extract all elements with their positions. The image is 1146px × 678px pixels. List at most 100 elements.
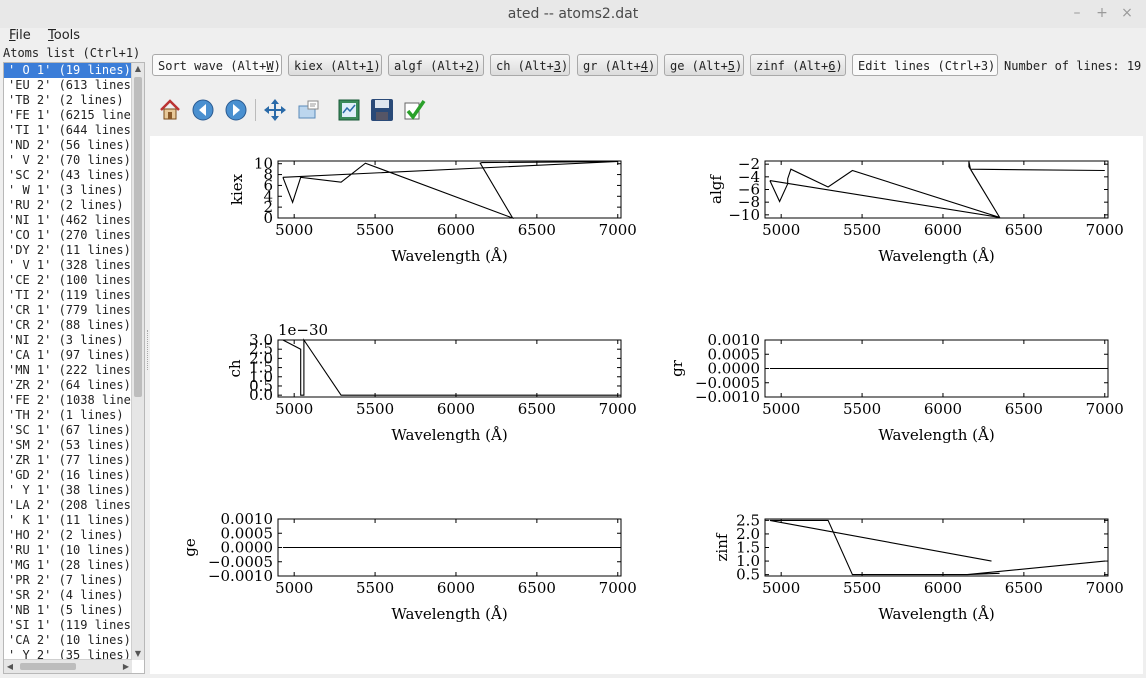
x-tick-label: 7000 (1086, 221, 1124, 239)
atom-list-item[interactable]: ' W 1' (3 lines) (4, 183, 134, 198)
menu-tools-label: ools (53, 28, 81, 43)
home-icon[interactable] (157, 97, 183, 123)
atom-list-item[interactable]: 'FE 1' (6215 line (4, 108, 134, 123)
y-axis-label: kiex (228, 173, 246, 205)
atom-list-item[interactable]: 'FE 2' (1038 line (4, 393, 134, 408)
apply-icon[interactable] (402, 97, 428, 123)
atom-list-item[interactable]: 'ZR 1' (77 lines) (4, 453, 134, 468)
pan-icon[interactable] (262, 97, 288, 123)
atom-list-item[interactable]: ' K 1' (11 lines) (4, 513, 134, 528)
x-tick-label: 6000 (437, 579, 475, 597)
atoms-vertical-scrollbar[interactable]: ▲ ▼ (131, 63, 144, 660)
forward-icon[interactable] (223, 97, 249, 123)
zinf-button[interactable]: zinf (Alt+6) (750, 54, 846, 76)
atom-list-item[interactable]: 'HO 2' (2 lines) (4, 528, 134, 543)
edit-lines-button[interactable]: Edit lines (Ctrl+3) (852, 54, 998, 76)
atom-list-item[interactable]: 'RU 2' (2 lines) (4, 198, 134, 213)
ch-label-end: ) (561, 59, 569, 73)
y-axis-label: algf (707, 174, 725, 204)
x-axis-label: Wavelength (Å) (878, 247, 994, 265)
atom-list-item[interactable]: 'CA 2' (10 lines) (4, 633, 134, 648)
atoms-list-label: Atoms list (Ctrl+1) (3, 46, 141, 60)
menu-tools[interactable]: Tools (48, 28, 80, 44)
atom-list-item[interactable]: 'CE 2' (100 lines (4, 273, 134, 288)
atom-list-item[interactable]: 'MG 1' (28 lines) (4, 558, 134, 573)
scroll-thumb[interactable] (134, 77, 142, 397)
subplots-icon[interactable] (336, 97, 362, 123)
atom-list-item[interactable]: ' O 1' (19 lines) (4, 63, 134, 78)
scroll-left-icon[interactable]: ◀ (4, 660, 16, 673)
x-tick-label: 7000 (1086, 400, 1124, 418)
atom-list-item[interactable]: 'TI 2' (119 lines (4, 288, 134, 303)
atom-list-item[interactable]: ' V 1' (328 lines (4, 258, 134, 273)
x-axis-label: Wavelength (Å) (391, 426, 507, 444)
atom-list-item[interactable]: 'PR 2' (7 lines) (4, 573, 134, 588)
maximize-icon[interactable]: + (1094, 5, 1110, 21)
offset-text: 1e−30 (278, 321, 328, 339)
atom-list-item[interactable]: ' Y 1' (38 lines) (4, 483, 134, 498)
atom-list-item[interactable]: 'ND 2' (56 lines) (4, 138, 134, 153)
atom-list-item[interactable]: ' V 2' (70 lines) (4, 153, 134, 168)
atom-list-item[interactable]: 'SC 1' (67 lines) (4, 423, 134, 438)
atom-list-item[interactable]: 'NI 1' (462 lines (4, 213, 134, 228)
atoms-horizontal-scrollbar[interactable]: ◀ ▶ (4, 659, 132, 673)
sort-wave-key: W (266, 59, 274, 73)
menu-file[interactable]: File (9, 28, 31, 44)
back-icon[interactable] (190, 97, 216, 123)
close-icon[interactable]: × (1119, 5, 1135, 21)
hscroll-thumb[interactable] (20, 663, 76, 670)
atoms-list-items: ' O 1' (19 lines) 'EU 2' (613 lines 'TB 2'… (4, 63, 134, 660)
x-axis-label: Wavelength (Å) (878, 605, 994, 623)
gr-button[interactable]: gr (Alt+4) (577, 54, 658, 76)
chart-algf: 5000 5500 6000 6500 7000−2−4−6−8−10Wavelengt… (707, 155, 1124, 265)
atom-list-item[interactable]: 'SM 2' (53 lines) (4, 438, 134, 453)
kiex-button[interactable]: kiex (Alt+1) (288, 54, 382, 76)
atoms-list[interactable]: ' O 1' (19 lines) 'EU 2' (613 lines 'TB 2'… (3, 62, 145, 674)
atom-list-item[interactable]: 'SC 2' (43 lines) (4, 168, 134, 183)
minimize-icon[interactable]: – (1069, 5, 1085, 21)
zoom-icon[interactable] (296, 97, 322, 123)
x-tick-label: 5500 (356, 400, 394, 418)
x-tick-label: 5500 (843, 400, 881, 418)
atom-list-item[interactable]: 'DY 2' (11 lines) (4, 243, 134, 258)
algf-label-end: ) (473, 59, 481, 73)
atom-list-item[interactable]: 'NB 1' (5 lines) (4, 603, 134, 618)
scroll-right-icon[interactable]: ▶ (120, 660, 132, 673)
gr-label: gr (Alt+ (583, 59, 641, 73)
sort-wave-button[interactable]: Sort wave (Alt+W) (152, 54, 282, 76)
scroll-down-icon[interactable]: ▼ (132, 648, 144, 660)
scroll-up-icon[interactable]: ▲ (132, 63, 144, 75)
atom-list-item[interactable]: 'CR 1' (779 lines (4, 303, 134, 318)
y-tick-label: 10 (254, 155, 273, 173)
x-tick-label: 5000 (762, 579, 800, 597)
kiex-label-end: ) (373, 59, 381, 73)
atom-list-item[interactable]: 'RU 1' (10 lines) (4, 543, 134, 558)
atom-list-item[interactable]: 'EU 2' (613 lines (4, 78, 134, 93)
atom-list-item[interactable]: 'SR 2' (4 lines) (4, 588, 134, 603)
x-axis-label: Wavelength (Å) (878, 426, 994, 444)
atom-list-item[interactable]: 'NI 2' (3 lines) (4, 333, 134, 348)
atom-list-item[interactable]: 'TB 2' (2 lines) (4, 93, 134, 108)
ge-button[interactable]: ge (Alt+5) (664, 54, 744, 76)
atom-list-item[interactable]: 'GD 2' (16 lines) (4, 468, 134, 483)
atom-list-item[interactable]: 'MN 1' (222 lines (4, 363, 134, 378)
atom-list-item[interactable]: 'CO 1' (270 lines (4, 228, 134, 243)
algf-button[interactable]: algf (Alt+2) (388, 54, 484, 76)
atom-list-item[interactable]: 'CR 2' (88 lines) (4, 318, 134, 333)
atom-list-item[interactable]: 'LA 2' (208 lines (4, 498, 134, 513)
plot-canvas[interactable]: 5000 5500 6000 6500 7000 0 2 4 6 8 10 Wavelength (Å… (150, 136, 1143, 674)
atom-list-item[interactable]: 'SI 1' (119 lines (4, 618, 134, 633)
ch-key: 3 (553, 59, 562, 73)
atom-list-item[interactable]: 'TI 1' (644 lines (4, 123, 134, 138)
gr-key: 4 (640, 59, 649, 73)
x-tick-label: 6500 (1005, 400, 1043, 418)
ch-button[interactable]: ch (Alt+3) (490, 54, 570, 76)
atom-list-item[interactable]: 'ZR 2' (64 lines) (4, 378, 134, 393)
atom-list-item[interactable]: 'CA 1' (97 lines) (4, 348, 134, 363)
ge-key: 5 (727, 59, 736, 73)
ch-label: ch (Alt+ (496, 59, 554, 73)
y-tick-label: −10 (728, 206, 760, 224)
number-of-lines: Number of lines: 19 (1004, 59, 1142, 73)
save-icon[interactable] (369, 97, 395, 123)
atom-list-item[interactable]: 'TH 2' (1 lines) (4, 408, 134, 423)
